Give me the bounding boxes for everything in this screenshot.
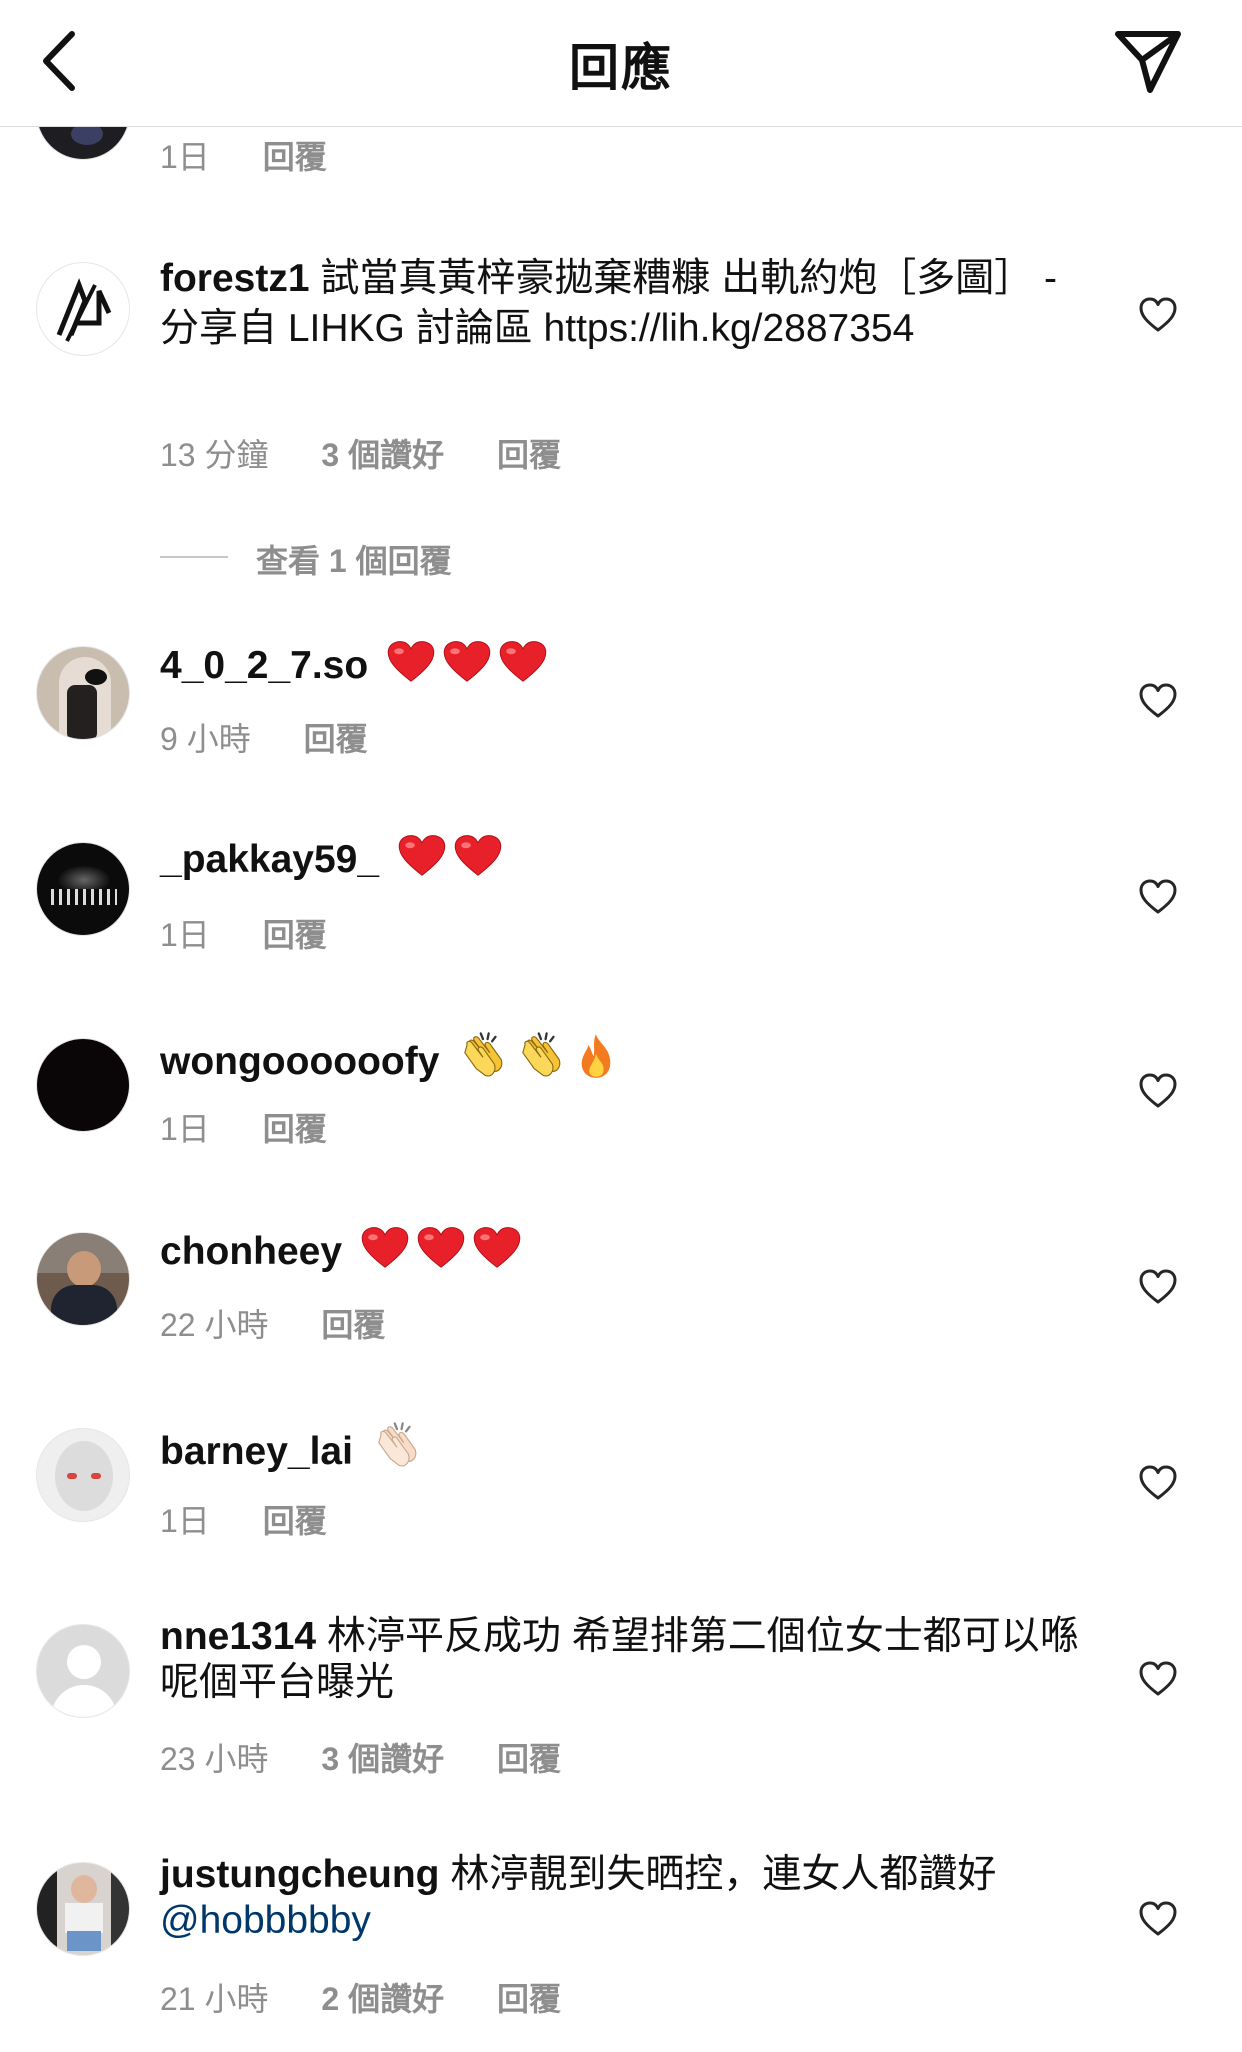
comment-meta: 22 小時 回覆 <box>160 1300 429 1346</box>
reply-button[interactable]: 回覆 <box>304 721 368 757</box>
reply-button[interactable]: 回覆 <box>321 1307 385 1343</box>
comment-meta: 1日 回覆 <box>160 132 371 178</box>
heart-outline-icon[interactable] <box>1138 878 1178 916</box>
reply-button[interactable]: 回覆 <box>263 917 327 953</box>
red-heart-icon <box>387 640 435 684</box>
red-heart-icon <box>361 1226 409 1270</box>
comment-username[interactable]: chonheey <box>160 1230 342 1273</box>
page-title: 回應 <box>569 40 673 96</box>
avatar[interactable] <box>36 1428 130 1522</box>
mention-link[interactable]: @hobbbbby <box>160 1899 371 1942</box>
red-heart-icon <box>398 834 446 878</box>
comment-text: justungcheung 林渟靚到失晒控，連女人都讚好 @hobbbbby <box>160 1852 1060 1944</box>
heart-outline-icon[interactable] <box>1138 1268 1178 1306</box>
comment-text: nne1314 林渟平反成功 希望排第二個位女士都可以喺呢個平台曝光 <box>160 1614 1080 1706</box>
comment-meta: 1日 回覆 <box>160 910 371 956</box>
comment-username[interactable]: _pakkay59_ <box>160 838 379 881</box>
reply-button[interactable]: 回覆 <box>263 139 327 175</box>
avatar[interactable] <box>36 646 130 740</box>
comment-time: 13 分鐘 <box>160 437 269 473</box>
comment-meta: 13 分鐘 3 個讚好 回覆 <box>160 430 605 476</box>
reply-button[interactable]: 回覆 <box>497 437 561 473</box>
clapping-hands-icon <box>516 1030 566 1080</box>
heart-outline-icon[interactable] <box>1138 1072 1178 1110</box>
avatar[interactable] <box>36 1862 130 1956</box>
heart-outline-icon[interactable] <box>1138 1660 1178 1698</box>
comment-body: 林渟靚到失晒控，連女人都讚好 <box>450 1853 997 1896</box>
divider <box>160 556 228 558</box>
avatar[interactable] <box>36 1624 130 1718</box>
red-heart-icon <box>454 834 502 878</box>
comment-username[interactable]: wongoooooofy <box>160 1040 439 1083</box>
red-heart-icon <box>443 640 491 684</box>
view-replies-label: 查看 1 個回覆 <box>256 543 452 579</box>
paper-plane-icon <box>1115 31 1181 93</box>
comment-meta: 9 小時 回覆 <box>160 714 412 760</box>
avatar[interactable] <box>36 842 130 936</box>
comment-text: 4_0_2_7.so <box>160 640 1060 691</box>
comment-time: 21 小時 <box>160 1981 269 2017</box>
like-count[interactable]: 3 個讚好 <box>321 1741 444 1777</box>
heart-outline-icon[interactable] <box>1138 1900 1178 1938</box>
comment-username[interactable]: justungcheung <box>160 1853 439 1896</box>
clapping-hands-icon <box>372 1420 422 1470</box>
reply-button[interactable]: 回覆 <box>263 1111 327 1147</box>
comment-time: 1日 <box>160 1503 210 1539</box>
comment-time: 22 小時 <box>160 1307 269 1343</box>
comment-meta: 1日 回覆 <box>160 1496 371 1542</box>
reply-button[interactable]: 回覆 <box>497 1741 561 1777</box>
fire-icon <box>574 1032 618 1080</box>
comment-meta: 1日 回覆 <box>160 1104 371 1150</box>
comment-text: forestz1 試當真黃梓豪拋棄糟糠 出軌約炮［多圖］ - 分享自 LIHKG… <box>160 254 1060 354</box>
comment-meta: 23 小時 3 個讚好 回覆 <box>160 1734 605 1780</box>
avatar[interactable] <box>36 1038 130 1132</box>
comment-text: chonheey <box>160 1226 1060 1277</box>
heart-outline-icon[interactable] <box>1138 682 1178 720</box>
comment-time: 9 小時 <box>160 721 251 757</box>
avatar[interactable] <box>36 1232 130 1326</box>
comment-username[interactable]: forestz1 <box>160 257 310 300</box>
comment-username[interactable]: barney_lai <box>160 1430 353 1473</box>
comment-meta: 21 小時 2 個讚好 回覆 <box>160 1974 605 2020</box>
comment-time: 1日 <box>160 139 210 175</box>
reply-button[interactable]: 回覆 <box>497 1981 561 2017</box>
comment-time: 23 小時 <box>160 1741 269 1777</box>
red-heart-icon <box>473 1226 521 1270</box>
comment-text: _pakkay59_ <box>160 834 1060 885</box>
avatar[interactable] <box>36 262 130 356</box>
reply-button[interactable]: 回覆 <box>263 1503 327 1539</box>
comment-text: barney_lai <box>160 1420 1060 1477</box>
header-bar: 回應 <box>0 0 1242 127</box>
comment-text: wongoooooofy <box>160 1030 1060 1087</box>
like-count[interactable]: 2 個讚好 <box>321 1981 444 2017</box>
red-heart-icon <box>499 640 547 684</box>
share-button[interactable] <box>1110 26 1186 96</box>
comment-time: 1日 <box>160 1111 210 1147</box>
comment-username[interactable]: 4_0_2_7.so <box>160 644 368 687</box>
comment-time: 1日 <box>160 917 210 953</box>
red-heart-icon <box>417 1226 465 1270</box>
comment-username[interactable]: nne1314 <box>160 1615 316 1658</box>
like-count[interactable]: 3 個讚好 <box>321 437 444 473</box>
heart-outline-icon[interactable] <box>1138 1464 1178 1502</box>
clapping-hands-icon <box>458 1030 508 1080</box>
heart-outline-icon[interactable] <box>1138 296 1178 334</box>
